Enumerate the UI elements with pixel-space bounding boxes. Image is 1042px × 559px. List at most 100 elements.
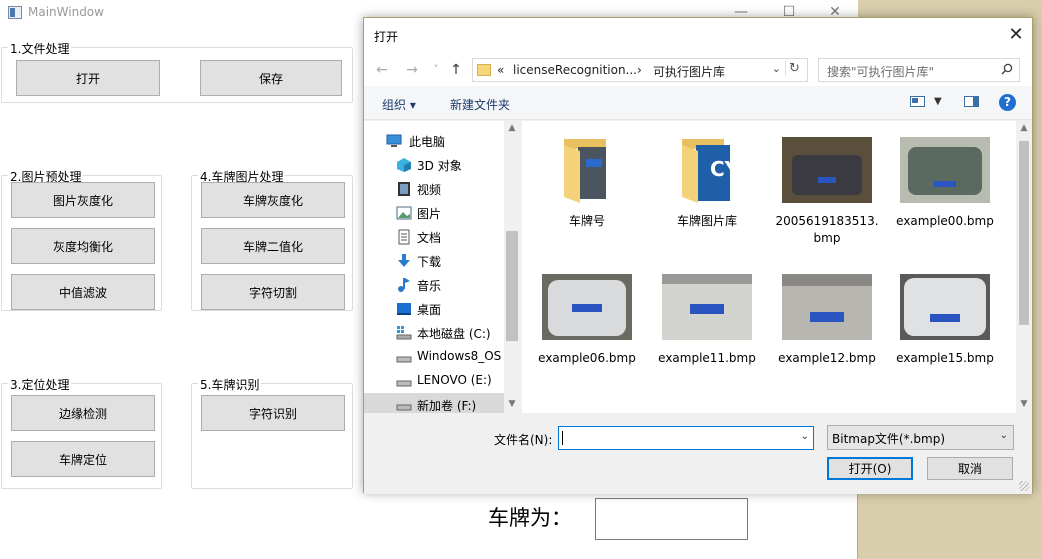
nav-item-new-volume-f[interactable]: 新加卷 (F:) bbox=[364, 393, 504, 413]
nav-item-3d-objects[interactable]: 3D 对象 bbox=[364, 153, 504, 177]
nav-item-windows8-os[interactable]: Windows8_OS bbox=[364, 345, 504, 369]
file-item-image[interactable]: example15.bmp bbox=[890, 266, 1000, 396]
view-options-icon[interactable] bbox=[910, 96, 926, 108]
nav-item-label: LENOVO (E:) bbox=[417, 373, 492, 387]
new-folder-button[interactable]: 新建文件夹 bbox=[450, 96, 510, 113]
cancel-button[interactable]: 取消 bbox=[927, 457, 1013, 480]
group-locate: 3.定位处理 边缘检测 车牌定位 bbox=[1, 376, 162, 489]
drive-icon bbox=[396, 404, 412, 411]
file-item-image[interactable]: example12.bmp bbox=[772, 266, 882, 396]
group-recognize-title: 5.车牌识别 bbox=[198, 376, 262, 393]
address-overflow[interactable]: « bbox=[497, 63, 504, 77]
filename-input[interactable]: ⌄ bbox=[558, 426, 814, 450]
group-file-title: 1.文件处理 bbox=[8, 40, 72, 57]
median-filter-button[interactable]: 中值滤波 bbox=[11, 274, 155, 310]
address-row: ← → ˅ ↑ « licenseRecognition... › 可执行图片库… bbox=[364, 54, 1032, 86]
grayscale-button[interactable]: 图片灰度化 bbox=[11, 182, 155, 218]
drive-icon bbox=[396, 380, 412, 387]
plate-result-label: 车牌为： bbox=[488, 506, 572, 530]
file-name: example11.bmp bbox=[658, 351, 756, 365]
dialog-close-button[interactable]: ✕ bbox=[1004, 24, 1028, 48]
file-item-image[interactable]: example06.bmp bbox=[532, 266, 642, 396]
open-button[interactable]: 打开 bbox=[16, 60, 160, 96]
nav-item-desktop[interactable]: 桌面 bbox=[364, 297, 504, 321]
nav-item-label: 文档 bbox=[417, 231, 442, 245]
char-segment-button[interactable]: 字符切割 bbox=[201, 274, 345, 310]
breadcrumb-segment[interactable]: 可执行图片库 bbox=[653, 63, 725, 80]
scrollbar-thumb[interactable] bbox=[1019, 141, 1029, 325]
command-toolbar: 组织 ▾ 新建文件夹 ▼ ? bbox=[364, 86, 1032, 120]
file-name: example00.bmp bbox=[896, 214, 994, 228]
chevron-down-icon[interactable]: ⌄ bbox=[772, 62, 781, 75]
search-placeholder: 搜索"可执行图片库" bbox=[827, 65, 935, 79]
file-item-folder[interactable]: 车牌号 bbox=[532, 129, 642, 259]
breadcrumb-segment[interactable]: licenseRecognition... bbox=[513, 63, 637, 77]
equalize-button[interactable]: 灰度均衡化 bbox=[11, 228, 155, 264]
documents-icon bbox=[398, 229, 410, 245]
scroll-down-icon[interactable]: ▼ bbox=[504, 399, 520, 409]
edge-detect-button[interactable]: 边缘检测 bbox=[11, 395, 155, 431]
scroll-up-icon[interactable]: ▲ bbox=[1016, 123, 1032, 133]
view-dropdown-icon[interactable]: ▼ bbox=[934, 96, 942, 107]
dialog-title: 打开 bbox=[374, 30, 399, 44]
nav-item-lenovo-e[interactable]: LENOVO (E:) bbox=[364, 369, 504, 393]
nav-item-label: 桌面 bbox=[417, 303, 442, 317]
local-disk-icon bbox=[396, 326, 412, 340]
3d-objects-icon bbox=[397, 158, 411, 172]
refresh-icon[interactable]: ↻ bbox=[785, 61, 803, 76]
image-thumbnail bbox=[782, 274, 872, 340]
address-bar[interactable]: « licenseRecognition... › 可执行图片库 ⌄ ↻ bbox=[472, 58, 808, 82]
folder-plate-text: CY bbox=[710, 157, 740, 181]
search-icon bbox=[1001, 63, 1013, 75]
plate-result-field[interactable] bbox=[595, 498, 748, 540]
pictures-icon bbox=[396, 206, 412, 220]
open-file-button[interactable]: 打开(O) bbox=[827, 457, 913, 480]
scroll-up-icon[interactable]: ▲ bbox=[504, 123, 520, 133]
scrollbar-thumb[interactable] bbox=[506, 231, 518, 341]
up-arrow-icon[interactable]: ↑ bbox=[446, 61, 466, 79]
file-item-image[interactable]: example00.bmp bbox=[890, 129, 1000, 259]
file-pane-scrollbar[interactable]: ▲ ▼ bbox=[1016, 121, 1032, 413]
file-item-folder[interactable]: CY 车牌图片库 bbox=[652, 129, 762, 259]
help-icon[interactable]: ? bbox=[999, 94, 1016, 111]
image-thumbnail bbox=[662, 274, 752, 340]
nav-item-documents[interactable]: 文档 bbox=[364, 225, 504, 249]
plate-locate-button[interactable]: 车牌定位 bbox=[11, 441, 155, 477]
scroll-down-icon[interactable]: ▼ bbox=[1016, 399, 1032, 409]
plate-binarize-button[interactable]: 车牌二值化 bbox=[201, 228, 345, 264]
nav-item-music[interactable]: 音乐 bbox=[364, 273, 504, 297]
nav-pane-scrollbar[interactable]: ▲ ▼ bbox=[504, 121, 520, 413]
nav-item-videos[interactable]: 视频 bbox=[364, 177, 504, 201]
app-icon bbox=[8, 6, 22, 19]
save-button[interactable]: 保存 bbox=[200, 60, 342, 96]
file-name: 车牌图片库 bbox=[676, 214, 737, 228]
image-thumbnail bbox=[900, 274, 990, 340]
char-recognize-button[interactable]: 字符识别 bbox=[201, 395, 345, 431]
chevron-down-icon: ⌄ bbox=[999, 430, 1008, 441]
nav-item-label: 此电脑 bbox=[409, 135, 446, 149]
open-file-dialog: 打开 ✕ ← → ˅ ↑ « licenseRecognition... › 可… bbox=[363, 17, 1033, 494]
filename-label: 文件名(N): bbox=[494, 433, 553, 447]
filetype-select[interactable]: Bitmap文件(*.bmp) ⌄ bbox=[827, 425, 1014, 450]
image-thumbnail bbox=[900, 137, 990, 203]
nav-item-pictures[interactable]: 图片 bbox=[364, 201, 504, 225]
chevron-down-icon[interactable]: ⌄ bbox=[801, 431, 809, 442]
resize-grip-icon[interactable] bbox=[1019, 481, 1029, 491]
group-recognize: 5.车牌识别 字符识别 bbox=[191, 376, 353, 489]
file-item-image[interactable]: example11.bmp bbox=[652, 266, 762, 396]
text-caret bbox=[562, 431, 563, 445]
file-name: example15.bmp bbox=[896, 351, 994, 365]
search-input[interactable]: 搜索"可执行图片库" bbox=[818, 58, 1020, 82]
preview-pane-icon[interactable] bbox=[964, 96, 980, 108]
recent-locations-icon[interactable]: ˅ bbox=[426, 61, 446, 79]
forward-arrow-icon[interactable]: → bbox=[402, 61, 422, 79]
plate-grayscale-button[interactable]: 车牌灰度化 bbox=[201, 182, 345, 218]
dialog-footer: 文件名(N): ⌄ Bitmap文件(*.bmp) ⌄ 打开(O) 取消 bbox=[364, 413, 1032, 494]
nav-item-this-pc[interactable]: 此电脑 bbox=[364, 129, 504, 153]
file-item-image[interactable]: 2005619183513.bmp bbox=[772, 129, 882, 259]
desktop-icon bbox=[397, 303, 411, 315]
back-arrow-icon[interactable]: ← bbox=[372, 61, 392, 79]
organize-menu[interactable]: 组织 ▾ bbox=[382, 96, 416, 113]
nav-item-downloads[interactable]: 下载 bbox=[364, 249, 504, 273]
nav-item-local-disk-c[interactable]: 本地磁盘 (C:) bbox=[364, 321, 504, 345]
